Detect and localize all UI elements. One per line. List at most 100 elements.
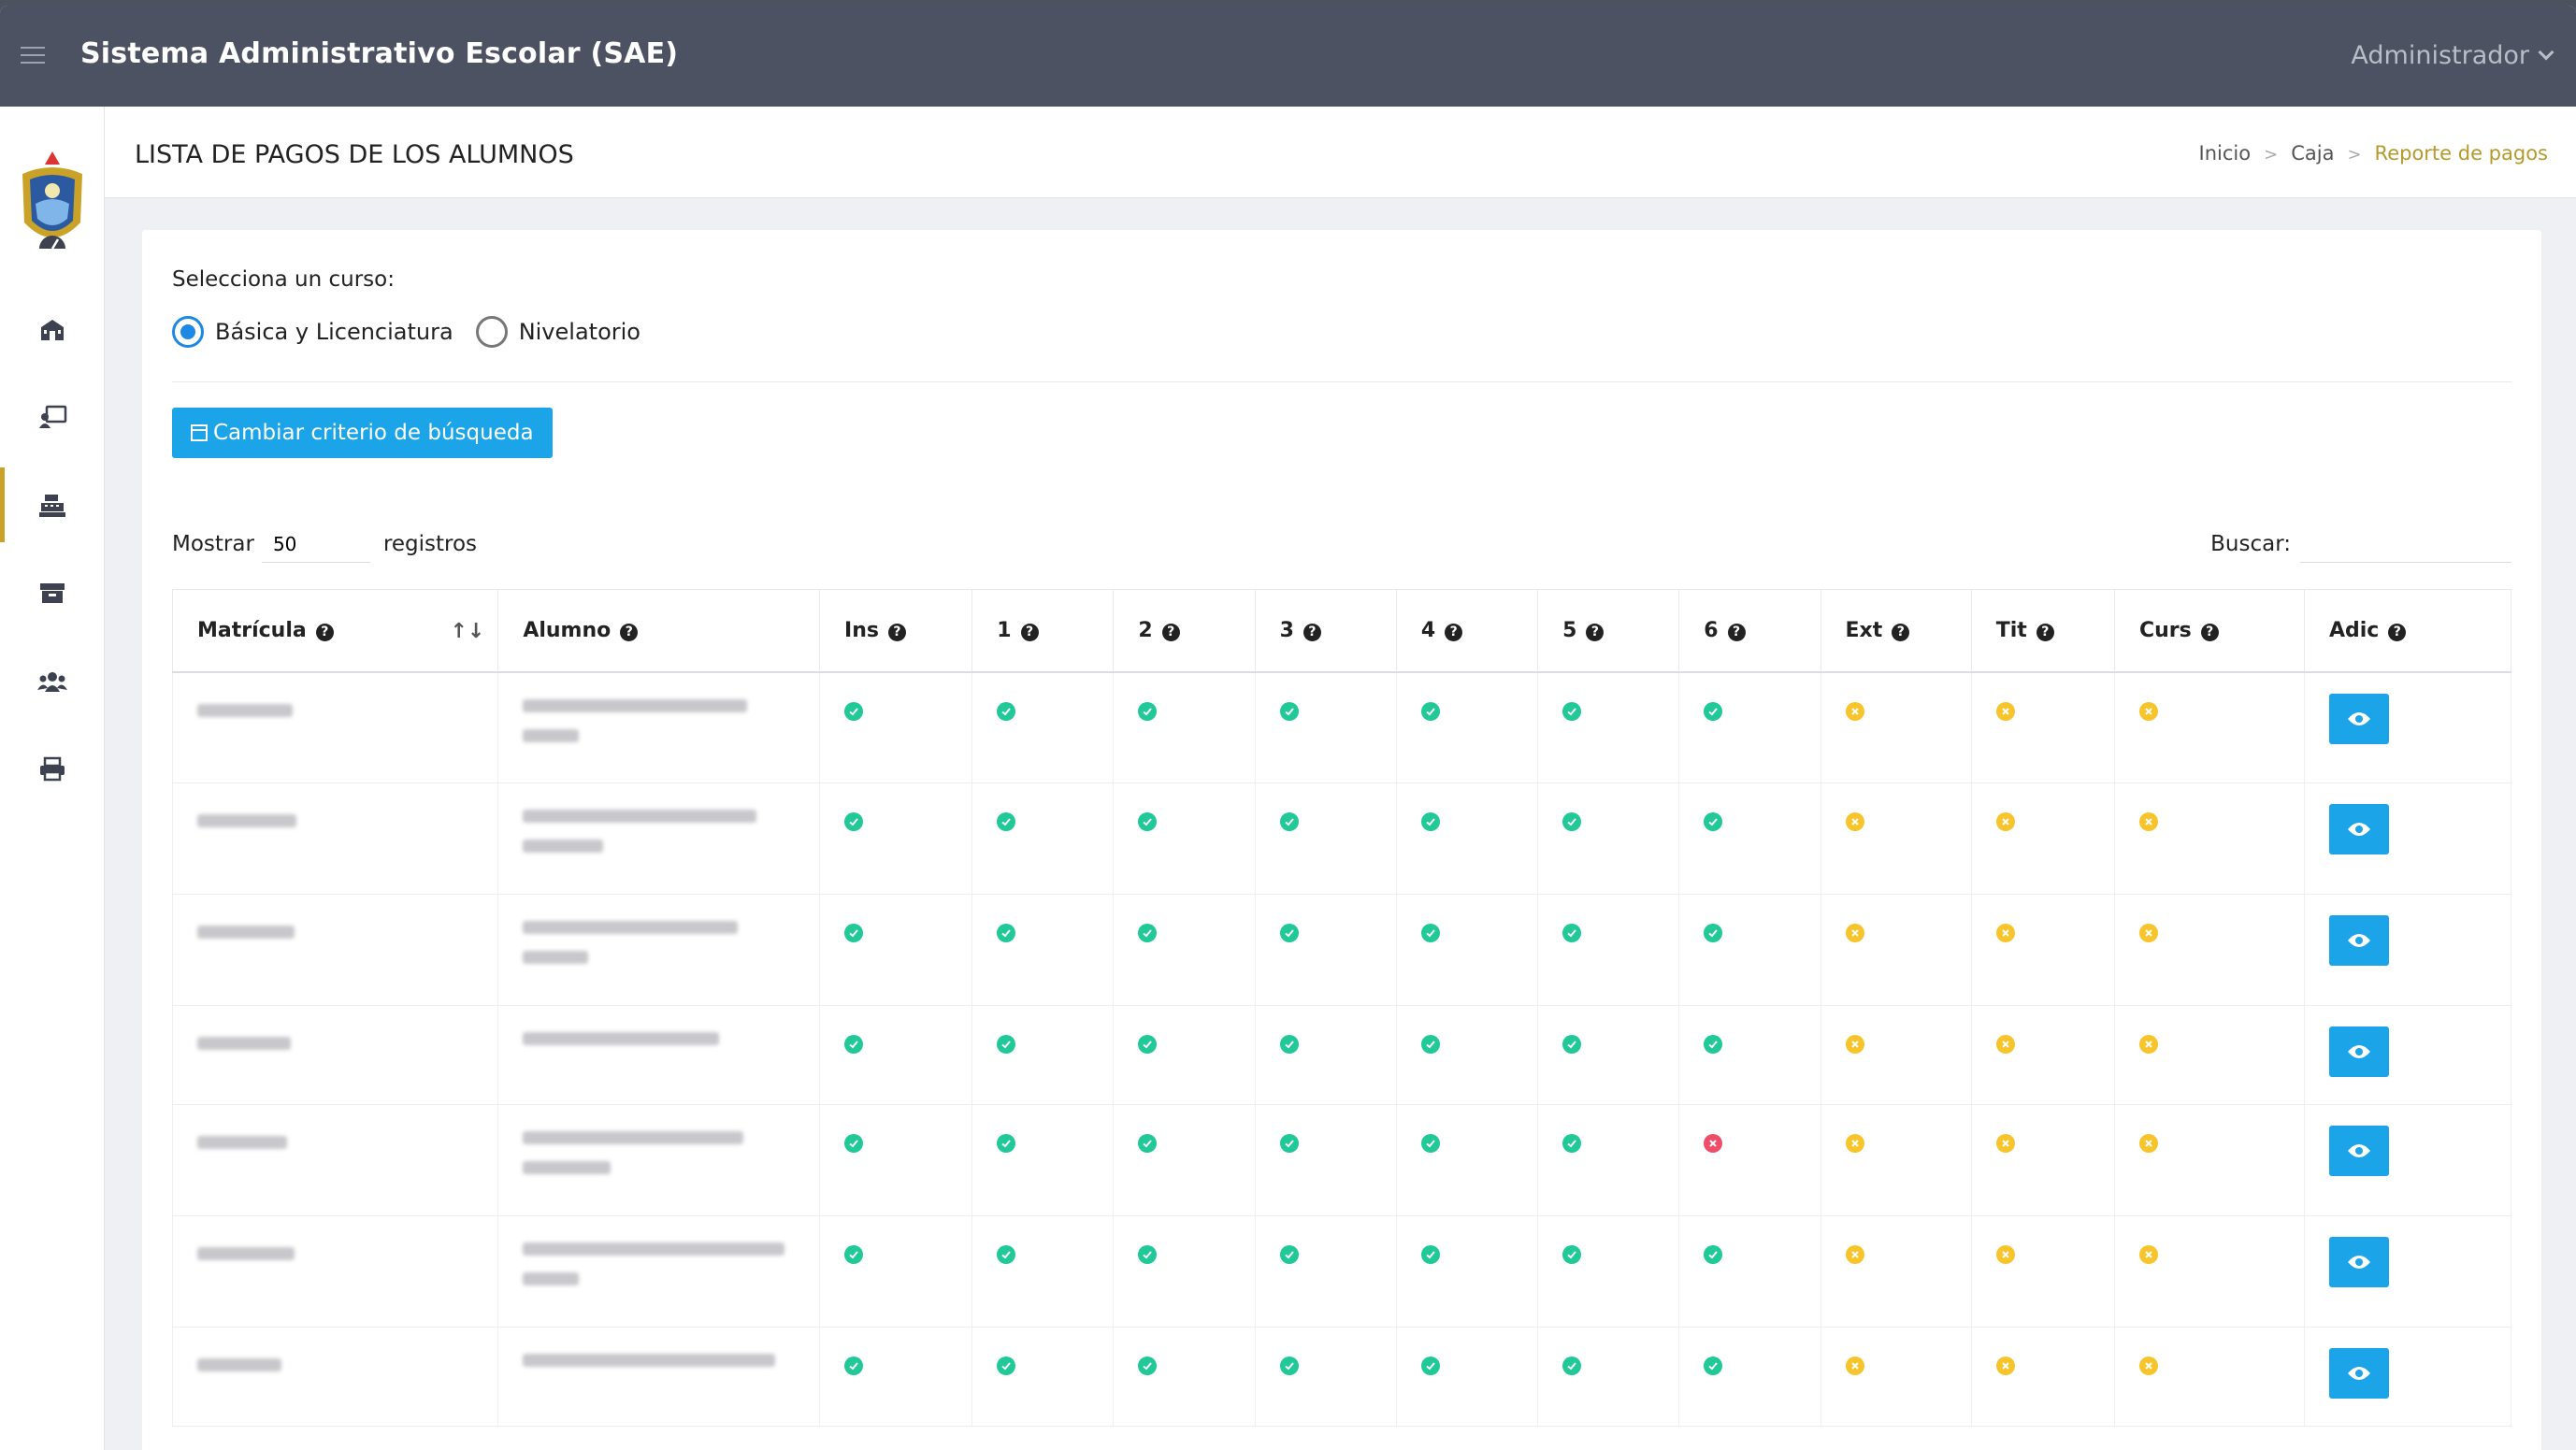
- view-details-button[interactable]: [2328, 1348, 2389, 1399]
- cell-payment-status: [1970, 1005, 2115, 1105]
- cell-adic: [2303, 1327, 2512, 1427]
- help-icon[interactable]: ?: [1161, 623, 1180, 641]
- school-icon[interactable]: [36, 314, 69, 344]
- column-header[interactable]: 5?: [1537, 589, 1680, 673]
- column-header[interactable]: Alumno?: [497, 589, 821, 673]
- check-circle-icon: [997, 1035, 1016, 1054]
- menu-toggle-icon[interactable]: [21, 47, 45, 65]
- table-row: [171, 1005, 2512, 1105]
- course-option-basica[interactable]: Básica y Licenciatura: [172, 316, 453, 348]
- check-circle-icon: [997, 1245, 1016, 1264]
- cell-payment-status: [1113, 782, 1256, 895]
- help-icon[interactable]: ?: [887, 623, 906, 641]
- help-icon[interactable]: ?: [1586, 623, 1605, 641]
- breadcrumb-home[interactable]: Inicio: [2199, 142, 2252, 165]
- x-circle-yellow-icon: [1845, 1035, 1864, 1054]
- x-circle-yellow-icon: [1995, 1357, 2015, 1375]
- search-input[interactable]: [2300, 525, 2511, 563]
- archive-icon[interactable]: [36, 578, 69, 608]
- column-header[interactable]: Ext?: [1820, 589, 1972, 673]
- column-header[interactable]: 6?: [1678, 589, 1821, 673]
- cell-matricula: [171, 1215, 499, 1328]
- x-circle-yellow-icon: [1995, 1134, 2015, 1153]
- help-icon[interactable]: ?: [1727, 623, 1746, 641]
- check-circle-icon: [997, 812, 1016, 831]
- column-header[interactable]: Adic?: [2303, 589, 2512, 673]
- user-name: Administrador: [2351, 41, 2529, 70]
- help-icon[interactable]: ?: [315, 623, 334, 641]
- help-icon[interactable]: ?: [1892, 623, 1910, 641]
- check-circle-icon: [1138, 701, 1158, 721]
- help-icon[interactable]: ?: [1302, 623, 1321, 641]
- help-icon[interactable]: ?: [620, 623, 639, 641]
- redacted-name: [523, 728, 580, 742]
- check-circle-icon: [1279, 924, 1299, 942]
- cell-payment-status: [1254, 1005, 1397, 1105]
- cell-payment-status: [2113, 1104, 2305, 1216]
- radio-nivelatorio[interactable]: [475, 316, 508, 348]
- calendar-icon: [191, 424, 208, 441]
- sort-icon[interactable]: ↑↓: [450, 620, 484, 643]
- dashboard-icon[interactable]: [36, 226, 69, 256]
- check-circle-icon: [997, 924, 1016, 942]
- column-header[interactable]: Ins?: [819, 589, 973, 673]
- view-details-button[interactable]: [2328, 1237, 2389, 1287]
- check-circle-icon: [1279, 701, 1299, 721]
- column-header-label: 4: [1420, 618, 1436, 642]
- help-icon[interactable]: ?: [2388, 623, 2407, 641]
- column-header[interactable]: Matrícula? ↑↓: [171, 589, 499, 673]
- column-header[interactable]: Tit?: [1970, 589, 2115, 673]
- column-header-label: Adic: [2328, 618, 2380, 642]
- check-circle-icon: [844, 812, 864, 831]
- help-icon[interactable]: ?: [1020, 623, 1039, 641]
- column-header-label: 2: [1138, 618, 1153, 642]
- view-details-button[interactable]: [2328, 915, 2389, 966]
- check-circle-icon: [1562, 924, 1582, 942]
- check-circle-icon: [844, 701, 864, 721]
- radio-nivelatorio-label: Nivelatorio: [518, 319, 640, 345]
- top-navbar: Sistema Administrativo Escolar (SAE) Adm…: [0, 6, 2576, 107]
- x-circle-yellow-icon: [2138, 1035, 2158, 1054]
- check-circle-icon: [844, 1245, 864, 1264]
- cell-alumno: [497, 1005, 821, 1105]
- check-circle-icon: [1704, 1357, 1723, 1375]
- view-details-button[interactable]: [2328, 693, 2389, 744]
- cell-payment-status: [1113, 1104, 1256, 1216]
- help-icon[interactable]: ?: [2036, 623, 2054, 641]
- teacher-icon[interactable]: [36, 402, 69, 432]
- users-icon[interactable]: [36, 666, 69, 696]
- app-title: Sistema Administrativo Escolar (SAE): [80, 37, 679, 70]
- cell-payment-status: [1537, 1327, 1680, 1427]
- page-length-input[interactable]: [261, 525, 370, 563]
- print-icon[interactable]: [36, 754, 69, 783]
- breadcrumb-current: Reporte de pagos: [2374, 142, 2548, 165]
- cash-register-icon[interactable]: [36, 490, 69, 520]
- column-header[interactable]: 2?: [1113, 589, 1256, 673]
- column-header[interactable]: 1?: [971, 589, 1115, 673]
- column-header[interactable]: Curs?: [2113, 589, 2305, 673]
- cell-adic: [2303, 1215, 2512, 1328]
- view-details-button[interactable]: [2328, 1126, 2389, 1176]
- redacted-matricula: [197, 1136, 287, 1149]
- user-menu[interactable]: Administrador: [2351, 41, 2554, 70]
- column-header-label: Tit: [1995, 618, 2027, 642]
- column-header[interactable]: 4?: [1395, 589, 1539, 673]
- page-header: LISTA DE PAGOS DE LOS ALUMNOS Inicio > Caj…: [105, 107, 2576, 198]
- redacted-name: [523, 1242, 785, 1256]
- payments-card: Selecciona un curso: Básica y Licenciatu…: [142, 230, 2541, 1450]
- course-option-nivelatorio[interactable]: Nivelatorio: [475, 316, 640, 348]
- cell-payment-status: [819, 1104, 973, 1216]
- radio-basica[interactable]: [172, 316, 204, 348]
- help-icon[interactable]: ?: [1445, 623, 1463, 641]
- view-details-button[interactable]: [2328, 804, 2389, 854]
- x-circle-yellow-icon: [1995, 1245, 2015, 1264]
- help-icon[interactable]: ?: [2200, 623, 2219, 641]
- breadcrumb-caja[interactable]: Caja: [2291, 142, 2334, 165]
- change-criteria-button[interactable]: Cambiar criterio de búsqueda: [172, 408, 553, 458]
- column-header[interactable]: 3?: [1254, 589, 1397, 673]
- view-details-button[interactable]: [2328, 1026, 2389, 1077]
- check-circle-icon: [844, 1357, 864, 1375]
- cell-payment-status: [1678, 671, 1821, 783]
- table-row: [171, 894, 2512, 1006]
- cell-matricula: [171, 1005, 499, 1105]
